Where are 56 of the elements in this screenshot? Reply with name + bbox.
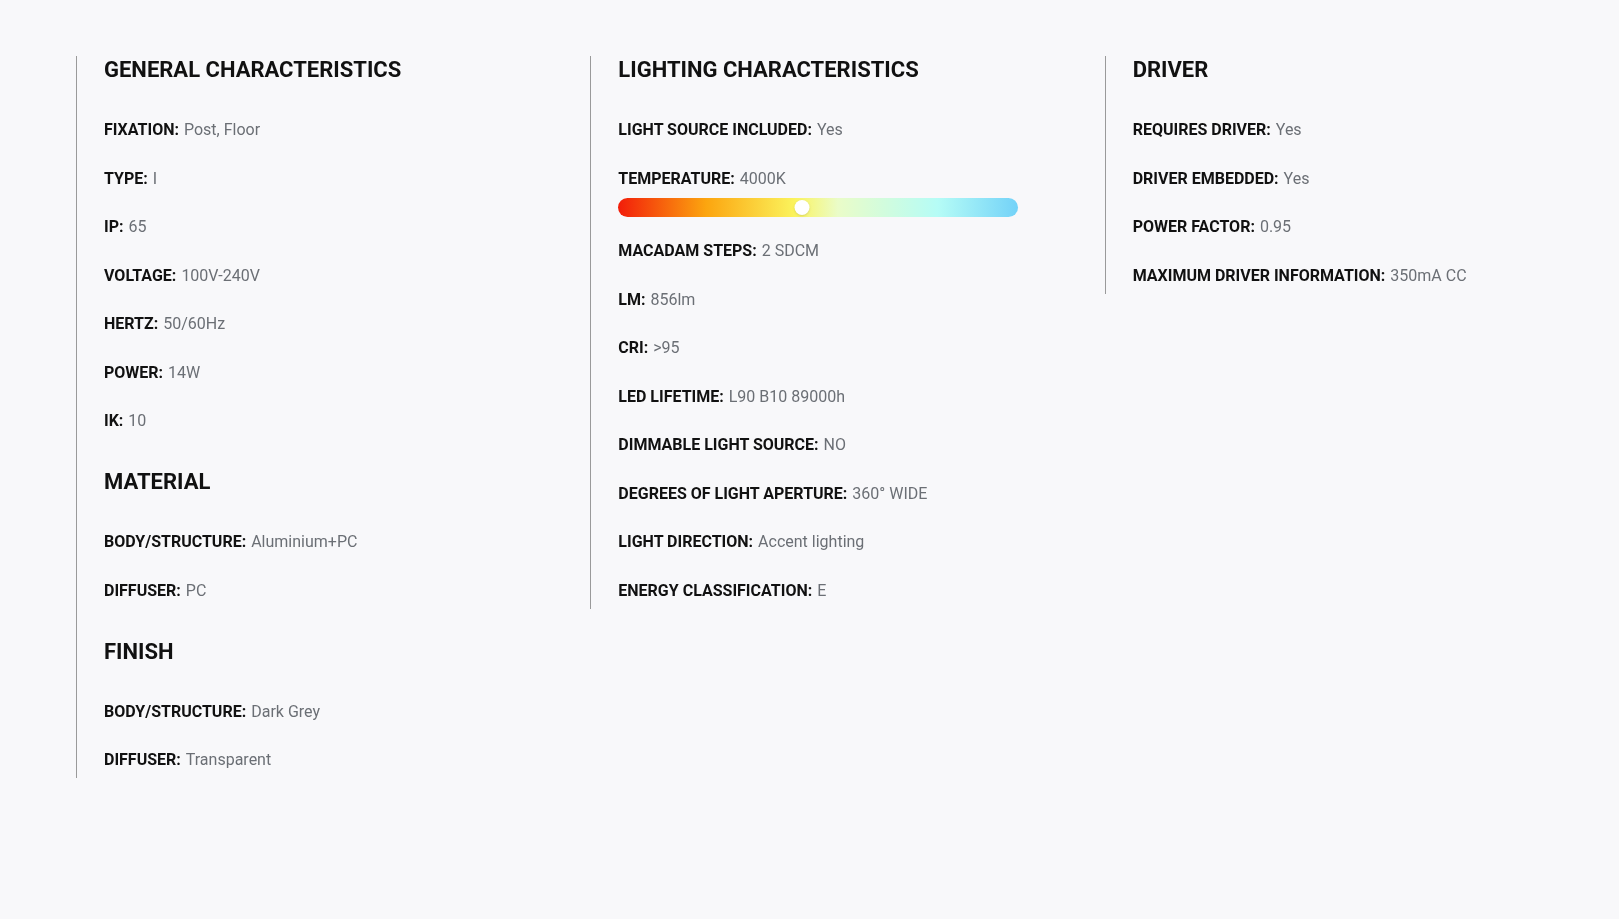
spec-label: BODY/STRUCTURE:	[104, 700, 247, 723]
section-heading: LIGHTING CHARACTERISTICS	[618, 56, 920, 84]
spec-label: LM:	[618, 288, 646, 311]
spec-value: 2 SDCM	[761, 240, 820, 262]
section-heading: DRIVER	[1132, 56, 1210, 84]
spec-value: 100V-240V	[181, 264, 260, 287]
section-heading: MATERIAL	[104, 468, 212, 496]
spec-label: TEMPERATURE:	[618, 167, 735, 190]
spec-label: BODY/STRUCTURE:	[104, 531, 247, 553]
spec-value: I	[152, 167, 158, 190]
spec-value: L90 B10 89000h	[728, 385, 845, 408]
spec-value: 856lm	[650, 288, 696, 311]
spec-value: 360° WIDE	[852, 482, 928, 505]
spec-label: IP:	[104, 216, 124, 238]
spec-value: 65	[128, 216, 147, 238]
spec-value: Transparent	[185, 749, 272, 771]
spec-label: POWER FACTOR:	[1132, 216, 1255, 238]
spec-label: LIGHT DIRECTION:	[618, 531, 754, 553]
spec-value: Aluminium+PC	[251, 531, 358, 553]
spec-value: Post, Floor	[183, 119, 261, 141]
spec-label: DEGREES OF LIGHT APERTURE:	[618, 482, 848, 505]
spec-label: REQUIRES DRIVER:	[1132, 119, 1271, 141]
spec-label: DIFFUSER:	[104, 749, 181, 771]
spec-label: TYPE:	[104, 167, 148, 190]
spec-value: Dark Grey	[251, 700, 320, 723]
spec-value: Yes	[1283, 167, 1310, 190]
spec-label: IK:	[104, 410, 124, 432]
spec-label: CRI:	[618, 337, 649, 359]
spec-label: MACADAM STEPS:	[618, 240, 757, 262]
spec-value: E	[817, 579, 827, 602]
section-heading: FINISH	[104, 637, 175, 666]
spec-label: VOLTAGE:	[104, 264, 177, 287]
spec-label: LED LIFETIME:	[618, 385, 724, 408]
spec-value: Yes	[816, 119, 843, 141]
spec-value: Yes	[1275, 119, 1302, 141]
spec-value: 350mA CC	[1390, 264, 1467, 287]
spec-label: LIGHT SOURCE INCLUDED:	[618, 119, 812, 141]
slider-thumb[interactable]	[794, 199, 810, 215]
spec-value: Accent lighting	[758, 531, 865, 553]
section-heading: GENERAL CHARACTERISTICS	[104, 56, 403, 84]
spec-value: 14W	[168, 361, 201, 384]
spec-label: MAXIMUM DRIVER INFORMATION:	[1132, 264, 1386, 287]
spec-label: FIXATION:	[104, 119, 179, 141]
spec-value: 4000K	[739, 167, 786, 190]
spec-value: NO	[823, 434, 847, 456]
spec-label: DIFFUSER:	[104, 579, 181, 602]
spec-value: >95	[653, 337, 680, 359]
spec-label: POWER:	[104, 361, 164, 384]
spec-label: HERTZ:	[104, 313, 159, 335]
spec-value: 10	[128, 410, 147, 432]
spec-label: DRIVER EMBEDDED:	[1132, 167, 1279, 190]
spec-label: DIMMABLE LIGHT SOURCE:	[618, 434, 819, 456]
spec-value: PC	[185, 579, 207, 602]
spec-value: 50/60Hz	[163, 313, 226, 335]
spec-value: 0.95	[1259, 216, 1292, 238]
spec-label: ENERGY CLASSIFICATION:	[618, 579, 813, 602]
